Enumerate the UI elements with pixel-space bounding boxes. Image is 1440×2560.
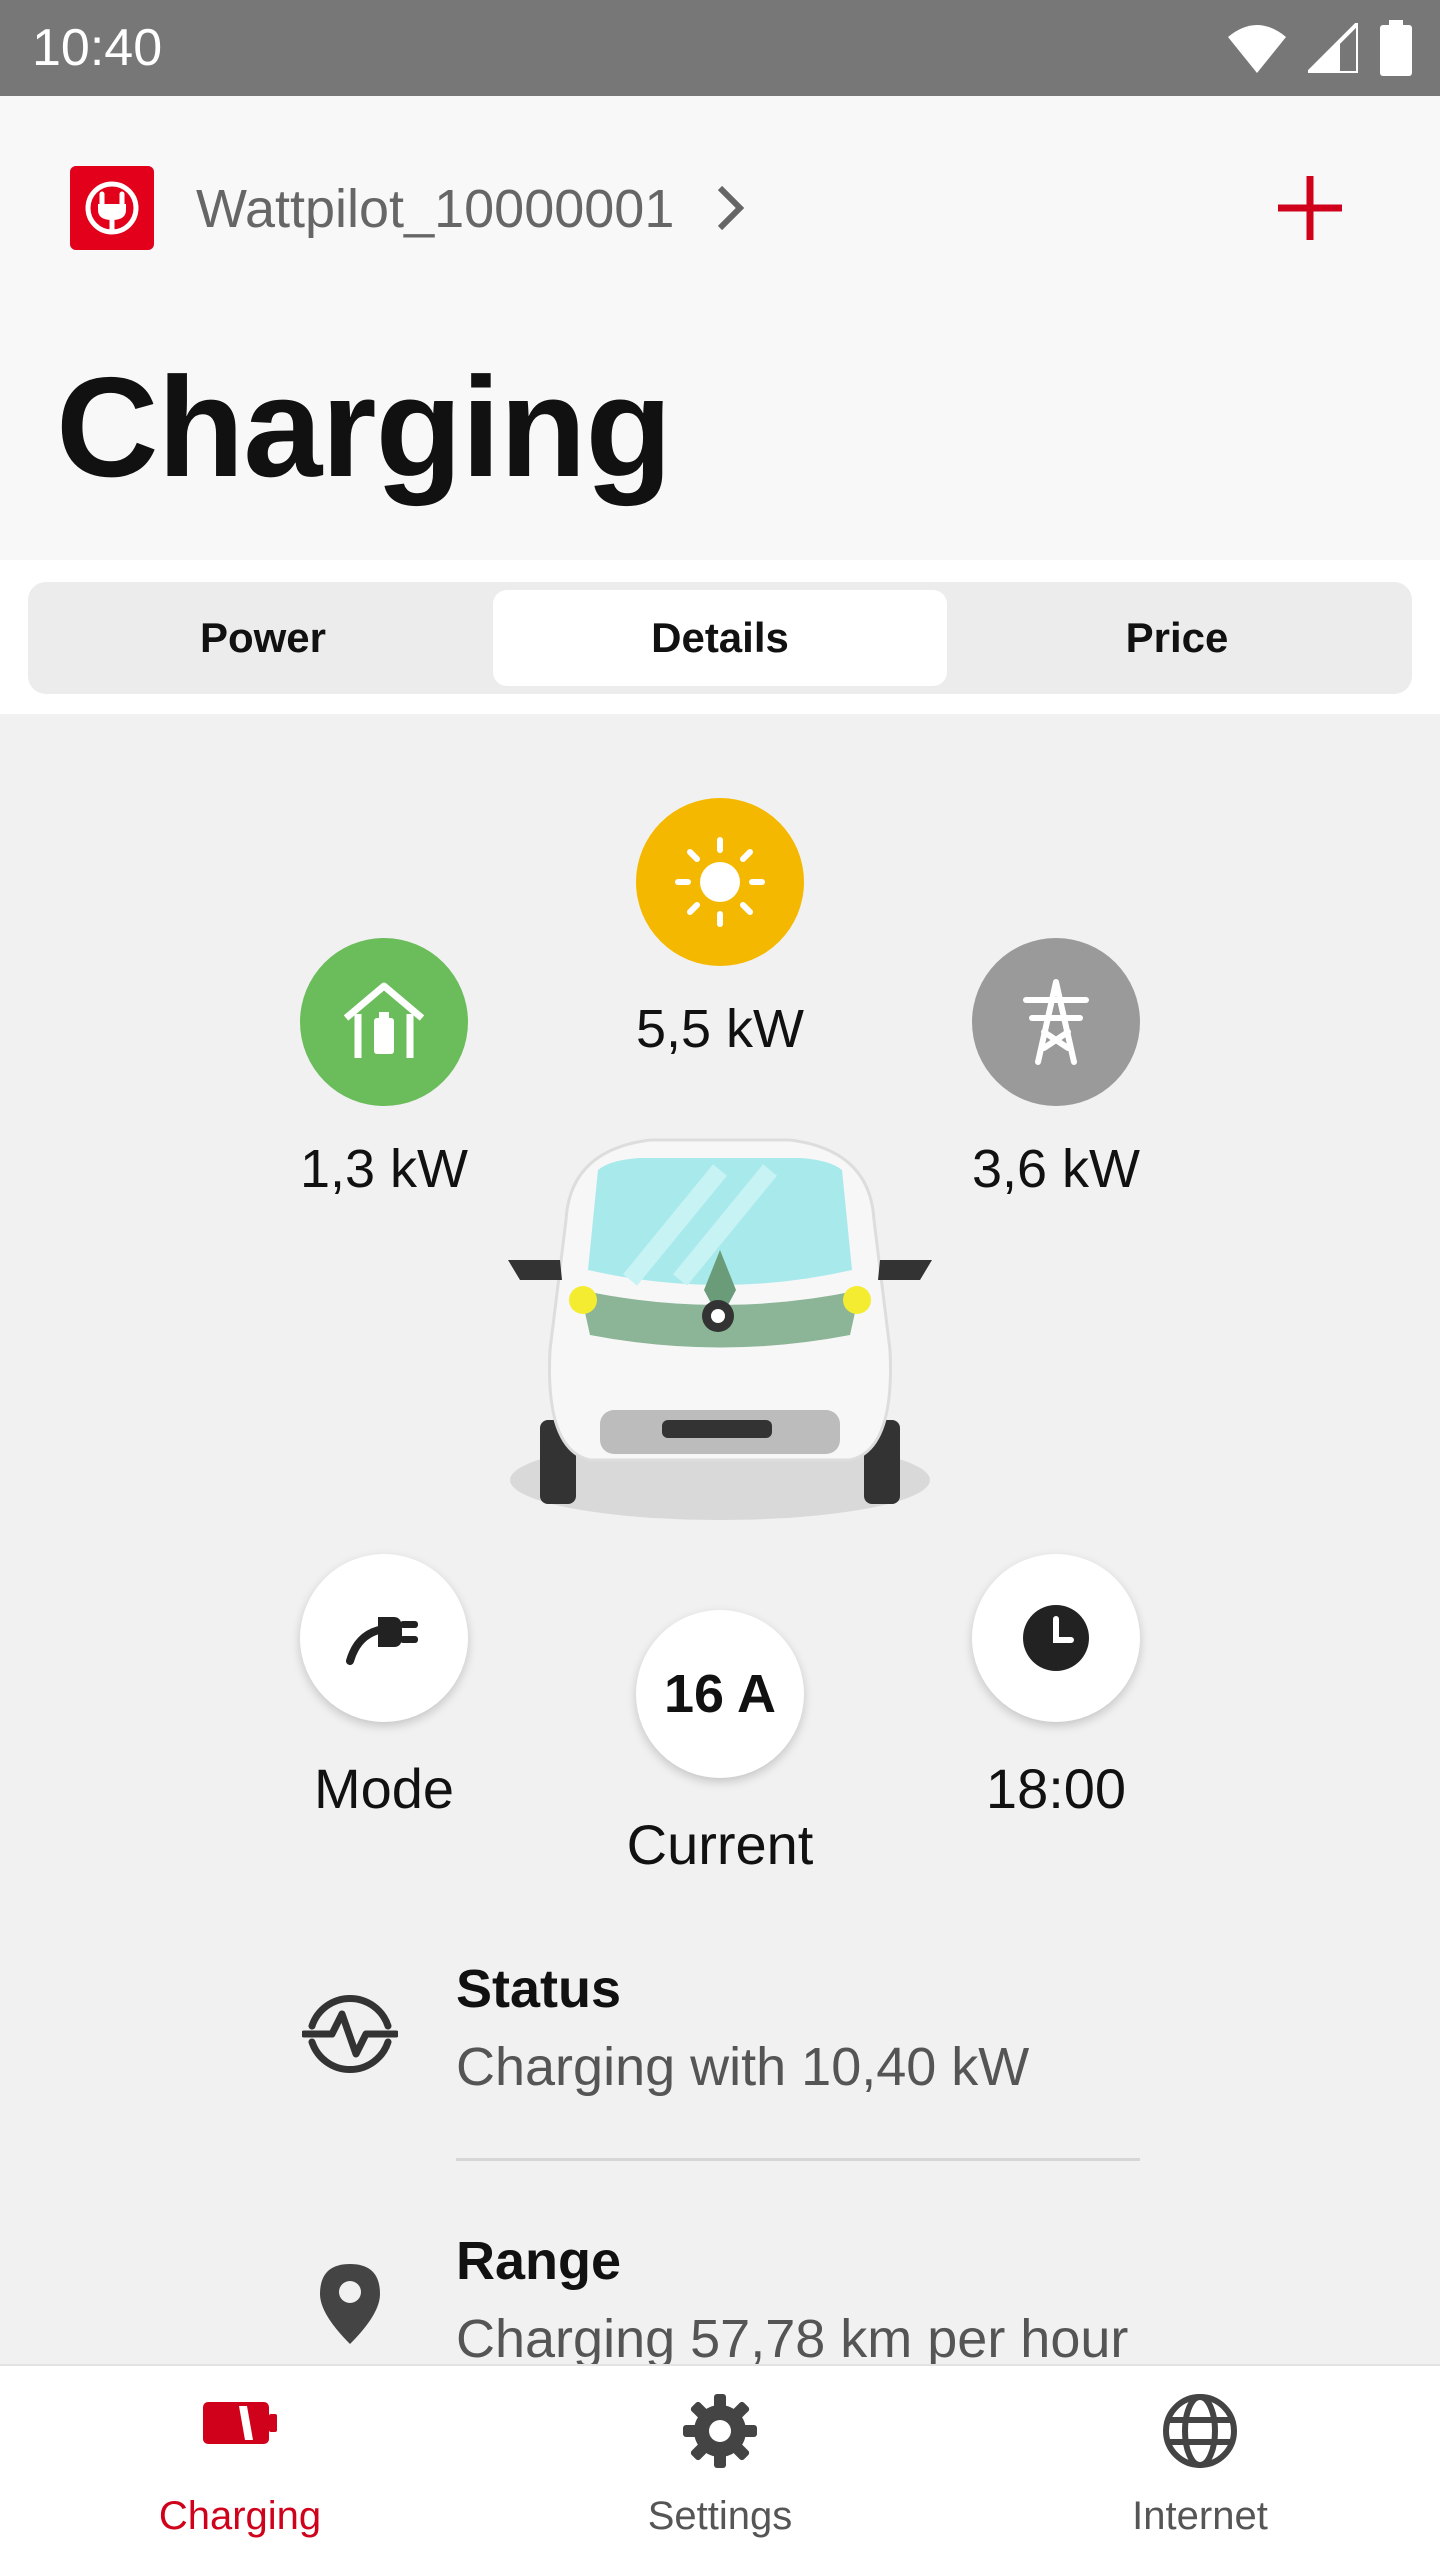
gear-icon (683, 2394, 757, 2468)
status-bar: 10:40 (0, 0, 1440, 96)
mode-label: Mode (313, 1757, 455, 1820)
tab-price[interactable]: Price (950, 590, 1404, 686)
info-divider (456, 2158, 1140, 2161)
charging-icon (203, 2402, 277, 2444)
timer-button[interactable] (972, 1554, 1140, 1722)
home-battery-icon (343, 982, 425, 1058)
status-value: Charging with 10,40 kW (456, 2037, 1030, 2097)
mode-button[interactable] (300, 1554, 468, 1722)
power-pylon-icon (1023, 979, 1089, 1065)
solar-power-value: 5,5 kW (635, 999, 805, 1059)
tab-power[interactable]: Power (36, 590, 490, 686)
plug-icon (346, 1617, 418, 1665)
home-circle (300, 938, 468, 1106)
add-button[interactable] (1268, 166, 1352, 250)
bottom-nav: Charging Settings Internet (0, 2364, 1440, 2560)
car-illustration (508, 1138, 932, 1520)
current-label: Current (626, 1813, 814, 1876)
nav-internet-label: Internet (1132, 2494, 1268, 2538)
range-title: Range (456, 2231, 622, 2291)
device-selector[interactable]: Wattpilot_10000001 (196, 178, 674, 240)
activity-icon (302, 1994, 398, 2074)
segmented-control: Power Details Price (28, 582, 1412, 694)
current-button[interactable]: 16 A (636, 1610, 804, 1778)
nav-charging[interactable]: Charging (0, 2366, 480, 2560)
nav-settings-label: Settings (647, 2494, 793, 2538)
grid-circle (972, 938, 1140, 1106)
timer-label: 18:00 (985, 1757, 1127, 1820)
clock-icon (1023, 1605, 1089, 1671)
nav-settings[interactable]: Settings (480, 2366, 960, 2560)
range-value: Charging 57,78 km per hour (456, 2309, 1129, 2369)
nav-internet[interactable]: Internet (960, 2366, 1440, 2560)
device-logo-icon (70, 166, 154, 250)
tab-bar: Power Details Price (0, 560, 1440, 714)
battery-icon (1380, 20, 1412, 76)
nav-charging-label: Charging (158, 2494, 322, 2538)
globe-icon (1163, 2394, 1237, 2468)
status-title: Status (456, 1959, 622, 2019)
current-value: 16 A (663, 1664, 777, 1724)
signal-icon (1308, 23, 1358, 73)
location-pin-icon (320, 2264, 380, 2344)
tab-details[interactable]: Details (493, 590, 947, 686)
status-icons (1228, 20, 1412, 76)
chevron-right-icon[interactable] (712, 182, 746, 234)
sun-icon (675, 837, 765, 927)
wifi-icon (1228, 25, 1286, 73)
page-title: Charging (56, 348, 672, 507)
status-time: 10:40 (32, 19, 163, 77)
solar-circle (636, 798, 804, 966)
header: Wattpilot_10000001 Charging (0, 96, 1440, 560)
